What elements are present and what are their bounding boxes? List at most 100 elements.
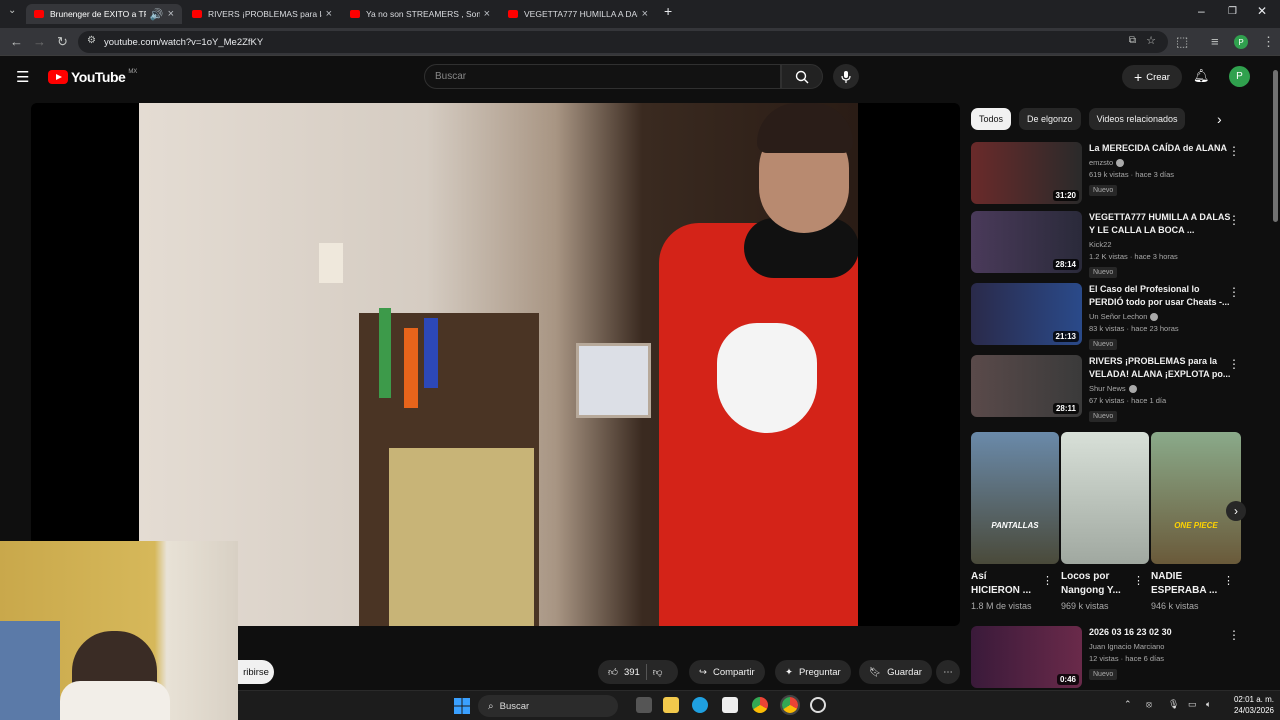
share-button[interactable]: ↪ Compartir (689, 660, 765, 684)
video-thumbnail[interactable]: 28:11 (971, 355, 1082, 417)
more-vertical-icon[interactable]: ⋮ (1223, 574, 1234, 587)
more-vertical-icon[interactable]: ⋮ (1042, 574, 1053, 587)
more-vertical-icon[interactable]: ⋮ (1228, 144, 1240, 158)
tab-3[interactable]: Ya no son STREAMERS , Son e × (342, 4, 498, 24)
close-icon[interactable]: × (168, 8, 174, 20)
chip-channel[interactable]: De elgonzo (1019, 108, 1081, 130)
mic-tray-icon[interactable]: 🎙︎ (1168, 699, 1179, 710)
windows-start-icon[interactable] (454, 698, 470, 714)
chevron-right-icon[interactable]: › (1217, 111, 1222, 127)
video-title[interactable]: El Caso del Profesional lo PERDIÓ todo p… (1089, 283, 1234, 309)
more-vertical-icon[interactable]: ⋮ (1228, 628, 1240, 642)
short-title[interactable]: NADIE ESPERABA ... (1151, 570, 1221, 598)
video-thumbnail[interactable]: 28:14 (971, 211, 1082, 273)
like-icon[interactable]: 👍︎ (608, 666, 618, 678)
short-thumbnail[interactable]: ONE PIECE (1151, 432, 1241, 564)
dislike-icon[interactable]: 👎︎ (653, 666, 663, 678)
video-title[interactable]: RIVERS ¡PROBLEMAS para la VELADA! ALANA … (1089, 355, 1234, 381)
chrome-icon[interactable] (752, 697, 768, 713)
chrome-menu-icon[interactable]: ⋮ (1262, 34, 1275, 50)
window-close-icon[interactable]: ✕ (1257, 4, 1267, 18)
volume-icon[interactable]: 🔈︎ (1206, 699, 1211, 710)
video-title[interactable]: La MERECIDA CAÍDA de ALANA (1089, 142, 1234, 155)
channel-name[interactable]: emzsto (1089, 158, 1113, 167)
tab-1[interactable]: Brunenger de EXITO a TRA 🔊 × (26, 4, 182, 24)
tab-2[interactable]: RIVERS ¡PROBLEMAS para la VE × (184, 4, 340, 24)
tab-search-icon[interactable]: ⌄ (8, 5, 16, 16)
save-button[interactable]: 🔖︎ Guardar (859, 660, 932, 684)
taskbar-search[interactable]: ⌕ Buscar (478, 695, 618, 717)
chevron-up-icon[interactable]: ⌃ (1124, 699, 1132, 710)
more-vertical-icon[interactable]: ⋮ (1228, 357, 1240, 371)
close-icon[interactable]: × (642, 8, 648, 20)
close-icon[interactable]: × (484, 8, 490, 20)
profile-avatar[interactable]: P (1234, 35, 1248, 49)
recommendation-item[interactable]: 28:14 VEGETTA777 HUMILLA A DALAS Y LE CA… (971, 211, 1246, 278)
taskbar-search-label: Buscar (499, 700, 530, 712)
subscribe-button[interactable]: ribirse (238, 660, 274, 684)
chip-todos[interactable]: Todos (971, 108, 1012, 130)
file-explorer-icon[interactable] (663, 697, 679, 713)
extensions-icon[interactable]: ⬚ (1176, 34, 1188, 50)
hamburger-menu-icon[interactable]: ☰ (16, 68, 29, 86)
back-icon[interactable]: ← (10, 34, 23, 49)
search-button[interactable] (781, 64, 823, 89)
task-view-icon[interactable] (636, 697, 652, 713)
install-icon[interactable]: ⧉ (1129, 35, 1136, 46)
video-meta: 12 vistas · hace 6 días (1089, 654, 1165, 663)
tab-4[interactable]: VEGETTA777 HUMILLA A DALA × (500, 4, 656, 24)
more-actions-button[interactable]: ⋯ (936, 660, 960, 684)
chrome-active-icon[interactable] (780, 695, 800, 715)
account-avatar[interactable]: P (1229, 66, 1250, 87)
reload-icon[interactable]: ↻ (57, 34, 68, 50)
restore-icon[interactable]: ❐ (1228, 6, 1237, 17)
short-title[interactable]: Así HICIERON ... (971, 570, 1036, 598)
short-thumbnail[interactable]: PANTALLAS (971, 432, 1059, 564)
store-icon[interactable] (722, 697, 738, 713)
recommendation-item[interactable]: 31:20 La MERECIDA CAÍDA de ALANA emzsto … (971, 142, 1246, 208)
scrollbar-thumb[interactable] (1273, 70, 1278, 222)
minimize-icon[interactable]: – (1198, 4, 1205, 18)
taskbar-clock[interactable]: 02:01 a. m. 24/03/2026 (1234, 694, 1274, 716)
search-input[interactable]: Buscar (424, 64, 781, 89)
recommendation-item[interactable]: 0:46 2026 03 16 23 02 30 Juan Ignacio Ma… (971, 626, 1246, 692)
recommendation-item[interactable]: 28:11 RIVERS ¡PROBLEMAS para la VELADA! … (971, 355, 1246, 422)
new-tab-icon[interactable]: + (664, 3, 672, 19)
video-thumbnail[interactable]: 31:20 (971, 142, 1082, 204)
audio-icon[interactable]: 🔊 (150, 8, 164, 21)
voice-search-button[interactable] (833, 64, 859, 89)
edge-icon[interactable] (692, 697, 708, 713)
ask-button[interactable]: ✦ Preguntar (775, 660, 851, 684)
channel-name[interactable]: Kick22 (1089, 240, 1112, 249)
video-thumbnail[interactable]: 0:46 (971, 626, 1082, 688)
channel-name[interactable]: Juan Ignacio Marciano (1089, 642, 1164, 651)
recommendation-item[interactable]: 21:13 El Caso del Profesional lo PERDIÓ … (971, 283, 1246, 350)
like-count[interactable]: 391 (624, 667, 640, 678)
notifications-bell-icon[interactable]: 🔔︎ (1193, 68, 1210, 84)
more-vertical-icon[interactable]: ⋮ (1228, 213, 1240, 227)
create-button[interactable]: + Crear (1122, 65, 1182, 89)
app-icon[interactable] (810, 697, 826, 713)
channel-name[interactable]: Shur News (1089, 384, 1126, 393)
chip-related[interactable]: Videos relacionados (1088, 108, 1186, 130)
youtube-logo[interactable]: YouTube MX (48, 69, 137, 85)
page-scrollbar[interactable] (1271, 60, 1280, 690)
close-icon[interactable]: × (326, 8, 332, 20)
url-field[interactable]: ⚙ youtube.com/watch?v=1oY_Me2ZfKY ⧉ ☆ (78, 31, 1168, 53)
bookmark-star-icon[interactable]: ☆ (1146, 34, 1156, 47)
more-vertical-icon[interactable]: ⋮ (1228, 285, 1240, 299)
short-thumbnail[interactable] (1061, 432, 1149, 564)
video-thumbnail[interactable]: 21:13 (971, 283, 1082, 345)
more-vertical-icon[interactable]: ⋮ (1133, 574, 1144, 587)
channel-name[interactable]: Un Señor Lechon (1089, 312, 1147, 321)
video-title[interactable]: VEGETTA777 HUMILLA A DALAS Y LE CALLA LA… (1089, 211, 1234, 237)
clock-time: 02:01 a. m. (1233, 695, 1274, 704)
short-title[interactable]: Locos por Nangong Y... (1061, 570, 1131, 598)
display-icon[interactable]: ▭ (1188, 699, 1197, 710)
site-info-icon[interactable]: ⚙ (87, 35, 96, 46)
forward-icon[interactable]: → (33, 34, 46, 49)
shorts-next-button[interactable]: › (1226, 501, 1246, 521)
video-title[interactable]: 2026 03 16 23 02 30 (1089, 626, 1234, 639)
media-controls-icon[interactable]: ≡ (1211, 34, 1219, 49)
network-icon[interactable]: ⦻ (1146, 699, 1152, 710)
